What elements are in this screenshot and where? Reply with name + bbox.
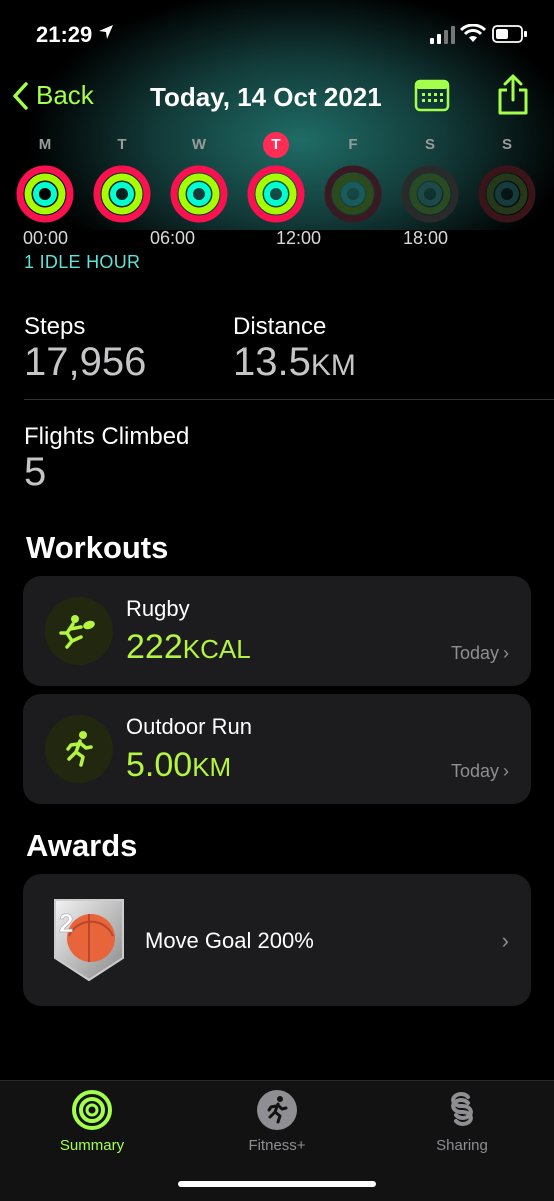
workout-value: 222KCAL (126, 628, 251, 667)
distance-label: Distance (233, 313, 327, 340)
back-button[interactable]: Back (12, 80, 94, 111)
navigation-bar: Back Today, 14 Oct 2021 (0, 70, 554, 126)
activity-rings-icon (72, 1090, 112, 1130)
steps-label: Steps (24, 313, 86, 340)
svg-text:2: 2 (59, 908, 73, 938)
chevron-right-icon: › (501, 928, 509, 953)
distance-unit: KM (310, 349, 356, 382)
day-letter: T (117, 136, 127, 153)
awards-heading: Awards (26, 828, 138, 863)
day-letter: F (348, 136, 358, 153)
activity-rings-icon (93, 165, 151, 223)
activity-rings-icon (478, 165, 536, 223)
day-friday[interactable]: F (323, 130, 383, 229)
day-wednesday[interactable]: W (169, 130, 229, 229)
day-letter: W (191, 136, 207, 153)
share-icon[interactable] (496, 74, 530, 116)
week-selector: M T W T F S S (0, 130, 554, 230)
divider (24, 399, 554, 400)
award-name: Move Goal 200% (145, 928, 314, 953)
day-letter: S (424, 136, 435, 153)
workout-name: Rugby (126, 596, 190, 621)
home-indicator[interactable] (178, 1181, 376, 1187)
day-letter-today: T (246, 130, 306, 160)
workout-date: Today › (451, 761, 509, 782)
tab-label: Summary (59, 1137, 125, 1154)
timeline-label: 18:00 (403, 228, 449, 248)
workout-number: 222 (126, 628, 183, 666)
timeline-axis: 00:00 06:00 12:00 18:00 (0, 228, 554, 252)
workout-card-outdoor-run[interactable]: Outdoor Run 5.00KM Today › (23, 694, 531, 804)
flights-label: Flights Climbed (24, 423, 190, 450)
workout-number: 5.00 (126, 746, 193, 784)
battery-icon (492, 25, 527, 43)
distance-number: 13.5 (233, 340, 311, 384)
idle-hours-label: 1 IDLE HOUR (24, 252, 141, 272)
day-tuesday[interactable]: T (92, 130, 152, 229)
calendar-icon[interactable] (414, 78, 450, 112)
chevron-left-icon (13, 81, 28, 110)
workout-date-label: Today (450, 643, 499, 663)
fitness-plus-icon (257, 1090, 297, 1130)
tab-fitness-plus[interactable]: Fitness+ (212, 1089, 342, 1154)
workout-name: Outdoor Run (126, 714, 252, 739)
running-icon (45, 715, 113, 783)
day-monday[interactable]: M (15, 130, 75, 229)
status-time: 21:29 (36, 22, 93, 47)
timeline-label: 06:00 (150, 228, 196, 248)
workout-date: Today › (451, 643, 509, 664)
back-button-label: Back (36, 80, 94, 110)
day-sunday[interactable]: S (477, 130, 537, 229)
workouts-heading: Workouts (26, 530, 169, 565)
tab-label: Sharing (436, 1137, 488, 1154)
workout-date-label: Today (450, 761, 499, 781)
location-arrow-icon (99, 25, 113, 39)
chevron-right-icon: › (503, 643, 509, 663)
move-goal-badge-icon: 2 (54, 899, 124, 982)
distance-value: 13.5KM (233, 340, 356, 385)
activity-rings-icon (170, 165, 228, 223)
day-saturday[interactable]: S (400, 130, 460, 229)
day-thursday[interactable]: T (246, 130, 306, 229)
workout-unit: KM (192, 752, 232, 782)
activity-rings-icon (324, 165, 382, 223)
tab-sharing[interactable]: Sharing (397, 1089, 527, 1154)
timeline-label: 00:00 (23, 228, 69, 248)
chevron-right-icon: › (503, 761, 509, 781)
status-bar: 21:29 (0, 0, 554, 70)
workout-value: 5.00KM (126, 746, 231, 785)
sharing-icon (451, 1092, 473, 1126)
activity-rings-icon (401, 165, 459, 223)
workout-card-rugby[interactable]: Rugby 222KCAL Today › (23, 576, 531, 686)
day-letter: M (38, 136, 52, 153)
timeline-label: 12:00 (276, 228, 322, 248)
activity-rings-icon (16, 165, 74, 223)
steps-value: 17,956 (24, 340, 147, 384)
tab-label: Fitness+ (248, 1137, 306, 1154)
award-card-move-goal[interactable]: 2 Move Goal 200% › (23, 874, 531, 1006)
day-letter: S (501, 136, 512, 153)
workout-unit: KCAL (182, 634, 251, 664)
page-title: Today, 14 Oct 2021 (150, 82, 382, 112)
cellular-signal-icon (430, 26, 455, 44)
tab-summary[interactable]: Summary (27, 1089, 157, 1154)
activity-rings-icon (247, 165, 305, 223)
rugby-icon (45, 597, 113, 665)
flights-value: 5 (24, 450, 47, 494)
today-badge: T (263, 132, 289, 158)
wifi-icon (460, 24, 486, 42)
